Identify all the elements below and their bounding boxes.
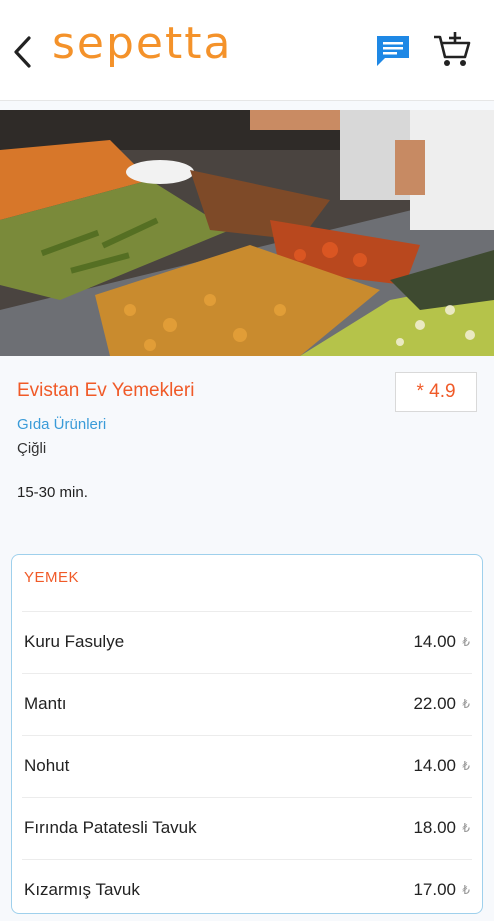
menu-item-price: 22.00 — [413, 694, 456, 713]
menu-item-price: 14.00 — [413, 756, 456, 775]
back-button[interactable] — [8, 32, 38, 72]
restaurant-district: Çiğli — [17, 440, 47, 457]
menu-item[interactable]: Fırında Patatesli Tavuk 18.00 ₺ — [22, 797, 472, 859]
menu-item-name: Mantı — [24, 694, 67, 713]
menu-item-name: Kuru Fasulye — [24, 632, 125, 651]
menu-item[interactable]: Kuru Fasulye 14.00 ₺ — [22, 611, 472, 673]
currency-symbol: ₺ — [462, 697, 470, 711]
menu-item-name: Kızarmış Tavuk — [24, 880, 140, 899]
menu-item-price: 14.00 — [413, 632, 456, 651]
menu-item[interactable]: Mantı 22.00 ₺ — [22, 673, 472, 735]
menu-section-title: YEMEK — [24, 569, 80, 586]
app-header: sepetta — [0, 0, 494, 101]
currency-symbol: ₺ — [462, 759, 470, 773]
menu-item[interactable]: Kızarmış Tavuk 17.00 ₺ — [22, 859, 472, 921]
currency-symbol: ₺ — [462, 883, 470, 897]
chat-icon — [377, 36, 409, 66]
restaurant-food-image — [0, 110, 494, 356]
chat-button[interactable] — [374, 33, 412, 69]
back-arrow-icon — [14, 36, 31, 68]
delivery-time: 15-30 min. — [17, 484, 88, 501]
menu-card: YEMEK Kuru Fasulye 14.00 ₺ Mantı 22.00 ₺… — [11, 554, 483, 914]
currency-symbol: ₺ — [462, 821, 470, 835]
restaurant-category[interactable]: Gıda Ürünleri — [17, 416, 106, 433]
restaurant-info: Evistan Ev Yemekleri * 4.9 Gıda Ürünleri… — [0, 356, 494, 546]
menu-list: Kuru Fasulye 14.00 ₺ Mantı 22.00 ₺ Nohut… — [12, 611, 482, 921]
app-logo: sepetta — [52, 18, 233, 69]
currency-symbol: ₺ — [462, 635, 470, 649]
menu-item-price: 18.00 — [413, 818, 456, 837]
menu-item[interactable]: Nohut 14.00 ₺ — [22, 735, 472, 797]
rating-badge[interactable]: * 4.9 — [395, 372, 477, 412]
menu-item-price: 17.00 — [413, 880, 456, 899]
menu-item-name: Nohut — [24, 756, 70, 775]
cart-button[interactable] — [432, 30, 472, 70]
menu-item-name: Fırında Patatesli Tavuk — [24, 818, 197, 837]
add-to-cart-icon — [434, 32, 471, 66]
restaurant-name: Evistan Ev Yemekleri — [17, 380, 195, 401]
